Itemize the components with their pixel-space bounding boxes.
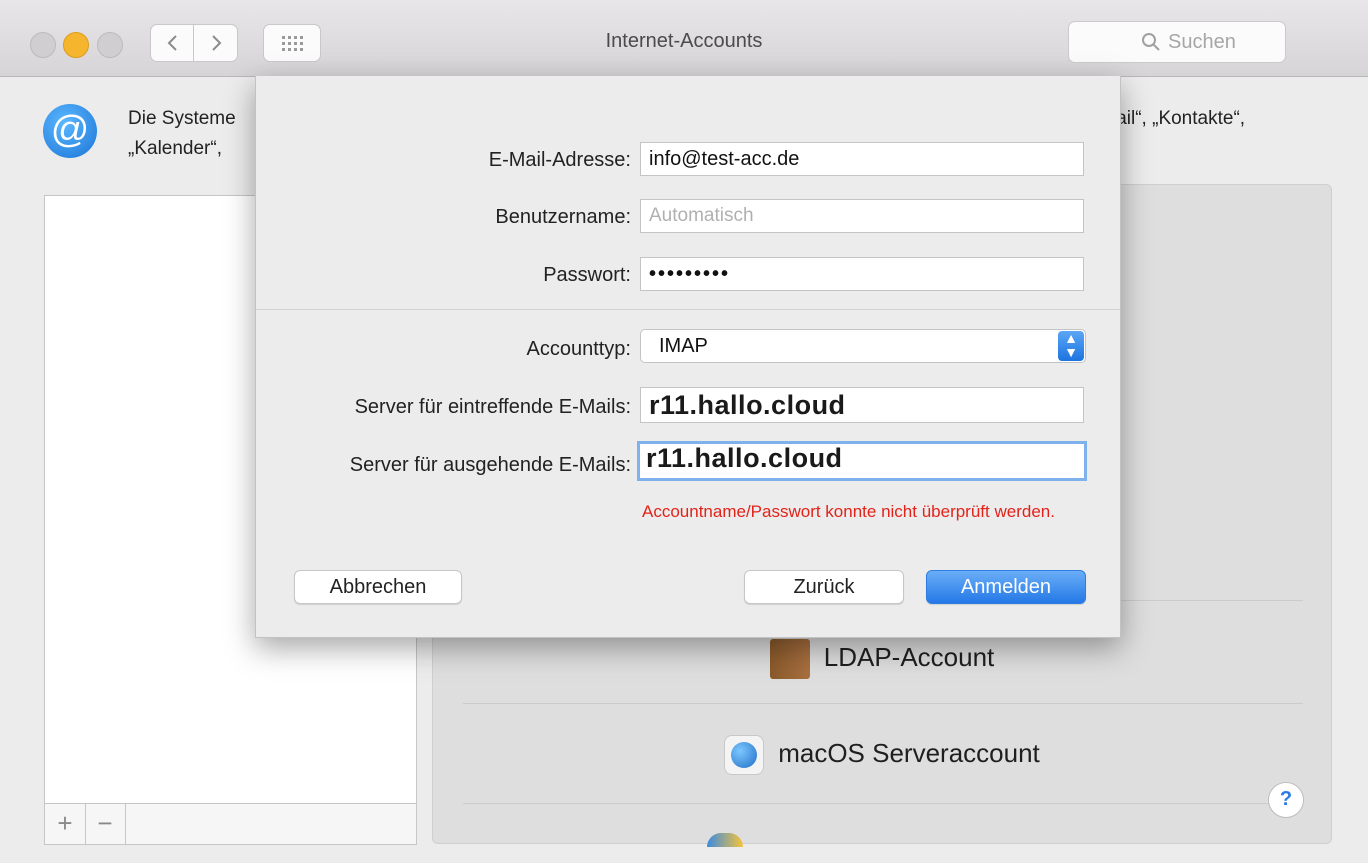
sign-in-button[interactable]: Anmelden [926, 570, 1086, 604]
help-button[interactable]: ? [1268, 782, 1304, 818]
provider-ldap-label: LDAP-Account [823, 641, 995, 672]
email-field[interactable]: info@test-acc.de [640, 142, 1084, 176]
password-label: Passwort: [543, 264, 631, 286]
provider-divider [463, 803, 1303, 804]
add-account-button[interactable]: + [45, 804, 86, 844]
provider-macos-server-label: macOS Serveraccount [778, 737, 1040, 768]
account-type-label: Accounttyp: [526, 338, 631, 360]
ldap-icon [769, 639, 810, 679]
provider-ldap[interactable]: LDAP-Account [433, 639, 1331, 679]
outgoing-server-field[interactable]: r11.hallo.cloud [637, 441, 1087, 481]
search-field[interactable]: Suchen [1068, 21, 1286, 63]
select-arrows-icon: ▲ ▼ [1058, 331, 1084, 361]
internet-accounts-icon: @ [43, 104, 97, 158]
remove-account-button[interactable]: − [85, 804, 126, 844]
description-text-right: lail“, „Kontakte“, [1112, 108, 1246, 129]
username-label: Benutzername: [495, 206, 631, 228]
cancel-button[interactable]: Abbrechen [294, 570, 462, 604]
description-line-1: Die Systeme [128, 108, 236, 129]
email-label: E-Mail-Adresse: [488, 149, 631, 171]
provider-macos-server[interactable]: macOS Serveraccount [433, 735, 1331, 775]
globe-icon [724, 735, 765, 775]
provider-divider [463, 703, 1303, 704]
username-field[interactable]: Automatisch [640, 199, 1084, 233]
add-account-sheet: E-Mail-Adresse: info@test-acc.de Benutze… [255, 76, 1121, 638]
provider-icon-partial [707, 833, 743, 847]
incoming-server-label: Server für eintreffende E-Mails: [354, 396, 631, 418]
error-message: Accountname/Passwort konnte nicht überpr… [642, 502, 1055, 521]
sheet-divider [256, 309, 1120, 310]
description-line-2: „Kalender“, [128, 138, 222, 159]
title-bar: Internet-Accounts Suchen [0, 0, 1368, 77]
search-icon [1142, 33, 1160, 51]
back-step-button[interactable]: Zurück [744, 570, 904, 604]
account-type-select[interactable]: IMAP ▲ ▼ [640, 329, 1086, 363]
accounts-list-footer: + − [45, 803, 416, 844]
password-field[interactable]: ••••••••• [640, 257, 1084, 291]
incoming-server-field[interactable]: r11.hallo.cloud [640, 387, 1084, 423]
search-placeholder: Suchen [1168, 31, 1236, 53]
description-text: Die Systeme „Kalender“, [128, 104, 236, 164]
outgoing-server-label: Server für ausgehende E-Mails: [349, 454, 631, 476]
account-type-value: IMAP [659, 335, 708, 357]
